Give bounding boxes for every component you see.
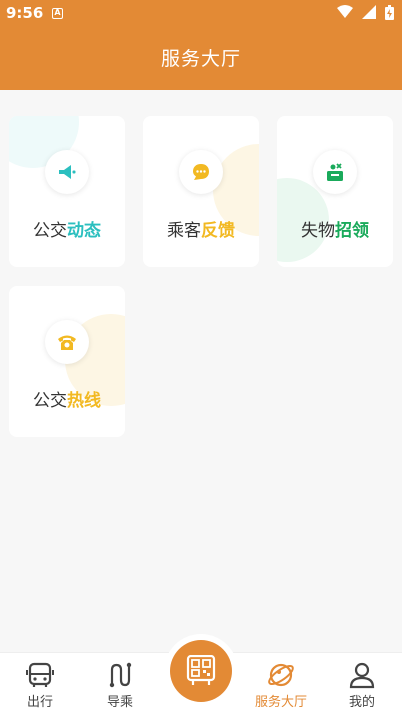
bus-icon (26, 662, 54, 687)
card-label-prefix: 公交 (33, 221, 67, 241)
card-label: 公交热线 (9, 386, 125, 411)
card-label-highlight: 招领 (335, 221, 369, 241)
tab-mine[interactable]: 我的 (322, 653, 402, 716)
status-bar: 9:56 A (0, 0, 402, 28)
card-label: 乘客反馈 (143, 216, 259, 241)
card-label: 公交动态 (9, 216, 125, 241)
card-label-prefix: 乘客 (167, 221, 201, 241)
telephone-icon (58, 335, 76, 350)
card-label-prefix: 失物 (301, 221, 335, 241)
card-label-highlight: 热线 (67, 391, 101, 411)
status-icons (333, 5, 394, 21)
card-icon-circle (45, 150, 89, 194)
card-label: 失物招领 (277, 216, 393, 241)
card-icon-circle (45, 320, 89, 364)
card-lost-and-found[interactable]: 失物招领 (277, 116, 393, 267)
card-label-highlight: 反馈 (201, 221, 235, 241)
notification-badge: A (52, 8, 63, 19)
status-time: 9:56 (6, 4, 44, 22)
planet-icon (268, 663, 294, 687)
route-icon (109, 662, 132, 688)
chat-icon (193, 164, 209, 180)
tab-label: 导乘 (106, 695, 133, 710)
user-icon (349, 662, 375, 689)
card-passenger-feedback[interactable]: 乘客反馈 (143, 116, 259, 267)
tab-service-hall[interactable]: 服务大厅 (241, 653, 321, 716)
page-title: 服务大厅 (160, 48, 241, 70)
megaphone-icon (59, 165, 76, 179)
battery-icon (385, 5, 394, 20)
lost-box-icon (327, 163, 343, 181)
tab-label: 我的 (348, 695, 375, 710)
card-icon-circle (179, 150, 223, 194)
signal-icon (361, 5, 376, 19)
wifi-icon (336, 5, 353, 18)
card-label-highlight: 动态 (67, 221, 101, 241)
tab-label: 出行 (26, 695, 53, 710)
card-bus-dynamics[interactable]: 公交动态 (9, 116, 125, 267)
app-header: 9:56 A 服务大厅 (0, 0, 402, 90)
card-icon-circle (313, 150, 357, 194)
tab-label: 服务大厅 (254, 695, 307, 710)
qr-bus-icon (186, 655, 216, 685)
tab-travel[interactable]: 出行 (0, 653, 80, 716)
card-label-prefix: 公交 (33, 391, 67, 411)
center-qr-bus-button[interactable] (170, 640, 232, 702)
card-bus-hotline[interactable]: 公交热线 (9, 286, 125, 437)
tab-guide[interactable]: 导乘 (80, 653, 160, 716)
